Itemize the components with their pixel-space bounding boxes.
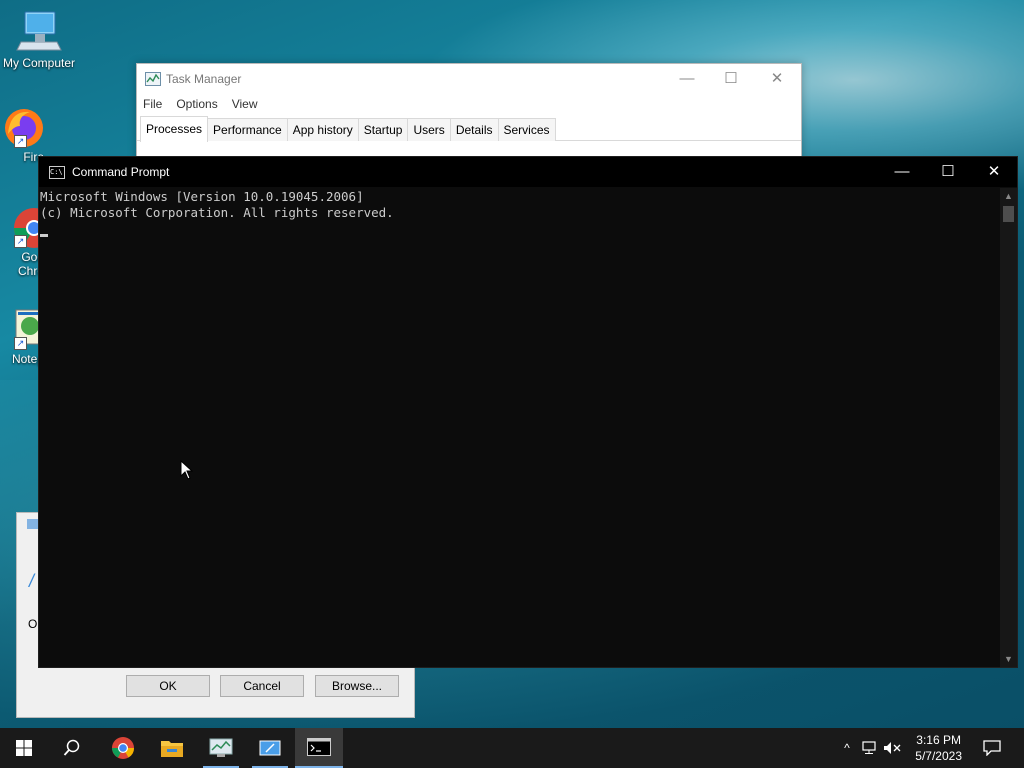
desktop-icon-my-computer[interactable]: My Computer <box>1 10 77 70</box>
clock[interactable]: 3:16 PM 5/7/2023 <box>915 732 962 764</box>
task-manager-tabs: Processes Performance App history Startu… <box>137 116 801 142</box>
clock-time: 3:16 PM <box>916 733 961 747</box>
minimize-icon[interactable]: — <box>879 157 925 187</box>
tab-processes[interactable]: Processes <box>140 116 209 142</box>
network-icon[interactable] <box>860 740 880 756</box>
maximize-icon[interactable]: ☐ <box>708 64 754 94</box>
run-icon <box>259 740 281 756</box>
chevron-up-icon[interactable]: ^ <box>838 741 856 755</box>
scroll-up-icon[interactable]: ▲ <box>1000 188 1017 204</box>
dialog-open-label: O <box>28 617 38 631</box>
tab-app-history[interactable]: App history <box>286 118 359 141</box>
cancel-button[interactable]: Cancel <box>220 675 304 697</box>
minimize-icon[interactable]: — <box>664 64 710 94</box>
notifications-button[interactable] <box>968 728 1016 768</box>
menu-options[interactable]: Options <box>176 97 217 111</box>
menu-file[interactable]: File <box>143 97 162 111</box>
command-prompt-titlebar[interactable]: C:\ Command Prompt — ☐ ✕ <box>39 157 1017 187</box>
clock-date: 5/7/2023 <box>915 749 962 763</box>
maximize-icon[interactable]: ☐ <box>925 157 971 187</box>
tab-details[interactable]: Details <box>449 118 499 141</box>
taskbar-command-prompt[interactable] <box>295 728 343 768</box>
cmd-icon <box>307 738 331 756</box>
taskbar-chrome[interactable] <box>99 728 147 768</box>
close-icon[interactable]: ✕ <box>971 157 1017 187</box>
task-manager-menubar: File Options View <box>137 94 801 114</box>
firefox-icon: ↗ <box>0 104 44 148</box>
tab-users[interactable]: Users <box>407 118 451 141</box>
task-manager-titlebar[interactable]: Task Manager — ☐ ✕ <box>137 64 801 94</box>
search-icon <box>63 739 80 756</box>
command-prompt-title: Command Prompt <box>72 165 170 179</box>
text-cursor <box>40 234 48 237</box>
shortcut-arrow-icon: ↗ <box>14 235 27 248</box>
cmd-icon: C:\ <box>49 165 65 179</box>
tab-performance[interactable]: Performance <box>207 118 288 141</box>
console-output[interactable]: Microsoft Windows [Version 10.0.19045.20… <box>39 188 999 667</box>
browse-button[interactable]: Browse... <box>315 675 399 697</box>
system-tray: ^ <box>838 728 902 768</box>
notification-icon <box>983 740 1001 756</box>
scroll-down-icon[interactable]: ▼ <box>1000 651 1017 667</box>
folder-icon <box>161 741 183 757</box>
command-prompt-window: C:\ Command Prompt — ☐ ✕ Microsoft Windo… <box>38 156 1018 668</box>
mouse-pointer-icon <box>180 460 194 480</box>
task-manager-title: Task Manager <box>166 72 242 86</box>
close-icon[interactable]: ✕ <box>754 64 800 94</box>
taskbar-run[interactable] <box>246 728 294 768</box>
menu-view[interactable]: View <box>232 97 258 111</box>
run-graphic-icon: / <box>29 571 35 591</box>
console-line: Microsoft Windows [Version 10.0.19045.20… <box>40 189 364 204</box>
console-line: (c) Microsoft Corporation. All rights re… <box>40 205 394 220</box>
windows-logo-icon <box>16 740 32 756</box>
computer-icon <box>15 10 63 54</box>
desktop-icon-firefox[interactable]: ↗ Fire <box>0 104 44 164</box>
chrome-icon <box>112 737 134 759</box>
taskbar: ^ 3:16 PM 5/7/2023 <box>0 728 1024 768</box>
scrollbar-thumb[interactable] <box>1003 206 1014 222</box>
shortcut-arrow-icon: ↗ <box>14 135 27 148</box>
task-manager-icon <box>145 72 161 86</box>
ok-button[interactable]: OK <box>126 675 210 697</box>
vertical-scrollbar[interactable]: ▲ ▼ <box>1000 188 1017 667</box>
start-button[interactable] <box>0 728 48 768</box>
taskbar-task-manager[interactable] <box>197 728 245 768</box>
desktop-icon-label: My Computer <box>2 56 76 70</box>
search-button[interactable] <box>48 728 96 768</box>
speaker-muted-icon[interactable] <box>882 740 902 756</box>
tab-services[interactable]: Services <box>497 118 556 141</box>
taskbar-file-explorer[interactable] <box>148 728 196 768</box>
tab-startup[interactable]: Startup <box>357 118 409 141</box>
task-manager-icon <box>209 738 233 757</box>
shortcut-arrow-icon: ↗ <box>14 337 27 350</box>
